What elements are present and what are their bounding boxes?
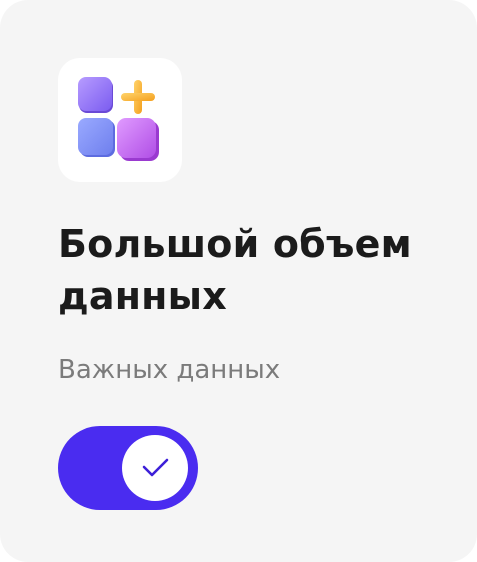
card-subtitle: Важных данных (58, 355, 281, 385)
feature-card: Большой объем данных Важных данных (0, 0, 477, 562)
toggle-knob (122, 435, 188, 501)
check-icon (142, 458, 169, 477)
data-toggle[interactable] (58, 426, 198, 510)
icon-tile (58, 58, 182, 182)
apps-add-icon (78, 77, 159, 161)
card-title: Большой объем данных (58, 222, 412, 318)
